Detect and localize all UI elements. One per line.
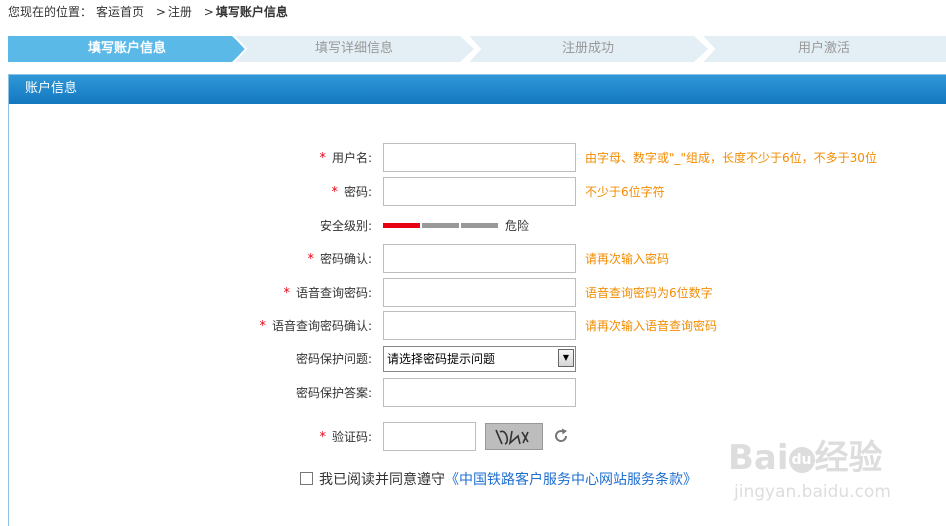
step-detail-info: 填写详细信息 [234,36,474,62]
voice-password-confirm-hint: 请再次输入语音查询密码 [585,319,718,333]
refresh-captcha-icon[interactable] [552,427,570,445]
breadcrumb-separator: > [155,5,166,19]
required-star: * [283,286,290,301]
voice-password-hint: 语音查询密码为6位数字 [585,286,713,300]
step-account-info: 填写账户信息 [8,36,246,62]
username-hint: 由字母、数字或"_"组成，长度不少于6位，不多于30位 [585,151,877,165]
chevron-down-icon[interactable]: ▼ [558,349,574,367]
security-answer-label: 密码保护答案: [295,386,372,400]
captcha-glyphs [495,429,529,446]
breadcrumb: 您现在的位置： 客运首页 > 注册 > 填写账户信息 [8,4,292,20]
security-level-text: 危险 [505,219,530,233]
agreement-row: 我已阅读并同意遵守《中国铁路客户服务中心网站服务条款》 [300,470,697,490]
security-level-label: 安全级别: [319,219,372,233]
breadcrumb-separator: > [203,5,214,19]
breadcrumb-prefix: 您现在的位置： [8,5,93,19]
password-hint: 不少于6位字符 [585,185,665,199]
password-confirm-label: * 密码确认: [307,252,372,267]
step-label: 注册成功 [561,41,614,56]
agreement-checkbox[interactable] [300,472,313,485]
step-label: 填写详细信息 [314,41,393,56]
security-question-label: 密码保护问题: [295,352,372,366]
breadcrumb-current: 填写账户信息 [215,5,288,19]
watermark-text: Bai du经验 [728,438,883,478]
breadcrumb-link-home[interactable]: 客运首页 [96,5,144,19]
security-question-selected: 请选择密码提示问题 [387,352,496,366]
strength-segment [383,223,420,228]
password-input[interactable] [383,177,576,206]
step-activate: 用户激活 [702,36,946,62]
registration-steps: 填写账户信息 填写详细信息 注册成功 用户激活 [8,36,946,62]
voice-password-label: * 语音查询密码: [283,286,372,301]
form-row-security-question: 密码保护问题: 请选择密码提示问题 ▼ [0,346,946,376]
captcha-input[interactable] [383,422,476,451]
form-row-voice-password-confirm: * 语音查询密码确认: 请再次输入语音查询密码 [0,311,946,341]
voice-password-confirm-label: * 语音查询密码确认: [259,319,372,334]
password-confirm-hint: 请再次输入密码 [585,252,670,266]
step-success: 注册成功 [468,36,708,62]
form-row-security-answer: 密码保护答案: [0,378,946,408]
step-label: 用户激活 [797,41,850,56]
password-confirm-input[interactable] [383,244,576,273]
security-question-select[interactable]: 请选择密码提示问题 ▼ [383,346,576,372]
agreement-text: 我已阅读并同意遵守 [319,472,445,488]
voice-password-confirm-input[interactable] [383,311,576,340]
form-row-password: * 密码: 不少于6位字符 [0,177,946,207]
form-row-security-level: 安全级别: 危险 [0,212,946,242]
required-star: * [307,252,314,267]
password-label: * 密码: [331,185,372,200]
panel-title: 账户信息 [9,75,946,104]
captcha-label: * 验证码: [319,430,372,445]
terms-link[interactable]: 《中国铁路客户服务中心网站服务条款》 [445,472,697,488]
form-row-voice-password: * 语音查询密码: 语音查询密码为6位数字 [0,278,946,308]
captcha-image[interactable] [485,423,543,450]
form-row-username: * 用户名: 由字母、数字或"_"组成，长度不少于6位，不多于30位 [0,143,946,173]
username-input[interactable] [383,143,576,172]
required-star: * [259,319,266,334]
baidu-watermark-logo: Bai du经验 jingyan.baidu.com [728,430,928,510]
required-star: * [319,151,326,166]
watermark-url: jingyan.baidu.com [734,482,891,502]
voice-password-input[interactable] [383,278,576,307]
required-star: * [331,185,338,200]
form-row-password-confirm: * 密码确认: 请再次输入密码 [0,244,946,274]
step-label: 填写账户信息 [87,41,166,56]
security-answer-input[interactable] [383,378,576,407]
strength-segment [461,223,498,228]
strength-segment [422,223,459,228]
username-label: * 用户名: [319,151,372,166]
breadcrumb-link-register[interactable]: 注册 [168,5,192,19]
required-star: * [319,430,326,445]
